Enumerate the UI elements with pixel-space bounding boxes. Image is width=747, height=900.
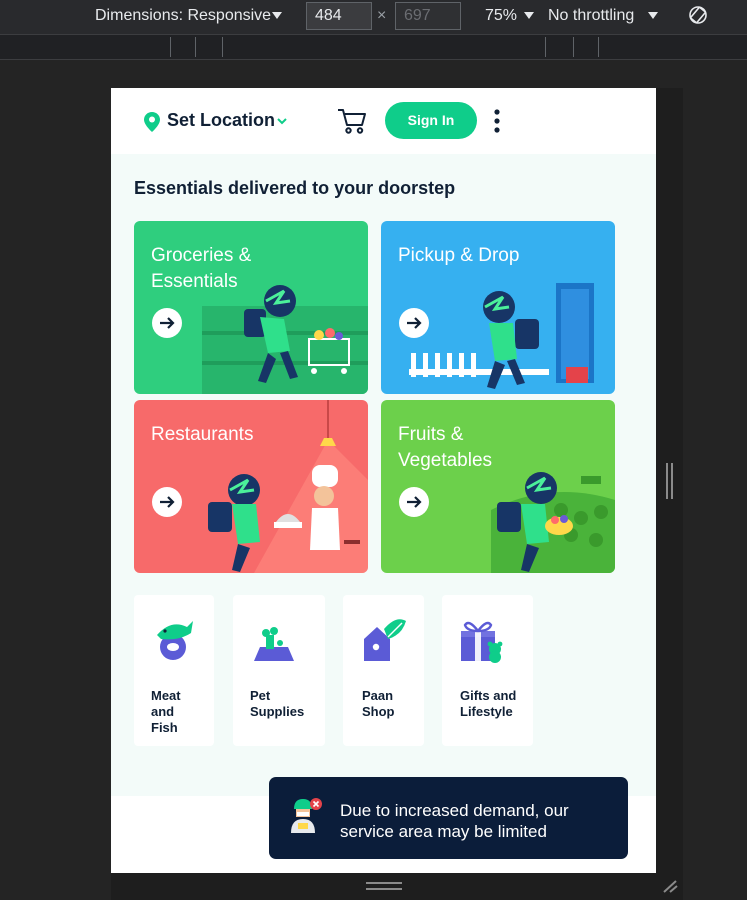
- category-paan-shop[interactable]: Paan Shop: [343, 595, 424, 746]
- category-pet-supplies-label: Pet Supplies: [250, 688, 305, 719]
- demand-notice-text: Due to increased demand, our service are…: [340, 801, 569, 841]
- resize-corner-icon[interactable]: [660, 878, 680, 894]
- sign-in-button[interactable]: Sign In: [385, 102, 477, 139]
- tile-groceries[interactable]: Groceries & Essentials: [134, 221, 368, 394]
- category-gifts-lifestyle-label: Gifts and Lifestyle: [460, 688, 517, 719]
- dimensions-dropdown[interactable]: Dimensions: Responsive: [95, 7, 271, 25]
- media-query-ruler: [0, 34, 747, 60]
- tile-groceries-label: Groceries & Essentials: [151, 245, 252, 292]
- rotate-icon[interactable]: [688, 5, 708, 25]
- tile-pickup-drop[interactable]: Pickup & Drop: [381, 221, 615, 394]
- tile-fruits-vegetables-label: Fruits & Vegetables: [398, 424, 493, 471]
- arrow-right-icon[interactable]: [399, 487, 429, 517]
- dimensions-caret-icon: [272, 12, 282, 19]
- gift-icon: [461, 621, 503, 663]
- arrow-right-icon[interactable]: [152, 487, 182, 517]
- tile-restaurants[interactable]: Restaurants: [134, 400, 368, 573]
- resize-handle-right[interactable]: [666, 463, 673, 499]
- category-pet-supplies[interactable]: Pet Supplies: [233, 595, 325, 746]
- page-headline: Essentials delivered to your doorstep: [134, 178, 456, 198]
- width-input[interactable]: 484: [306, 2, 372, 30]
- times-separator: ×: [377, 7, 387, 24]
- tile-restaurants-label: Restaurants: [151, 424, 254, 445]
- category-meat-fish-label: Meat and Fish: [151, 688, 181, 735]
- category-gifts-lifestyle[interactable]: Gifts and Lifestyle: [442, 595, 533, 746]
- throttling-caret-icon: [648, 12, 658, 19]
- set-location-button[interactable]: Set Location: [167, 110, 275, 131]
- emulated-page: Set Location Sign In Essentials delivere…: [111, 88, 656, 873]
- paan-shop-icon: [364, 619, 406, 661]
- resize-handle-bottom[interactable]: [366, 882, 402, 890]
- zoom-dropdown[interactable]: 75%: [485, 7, 517, 25]
- more-options-icon[interactable]: [491, 108, 503, 134]
- devtools-toolbar: Dimensions: Responsive 484 × 697 75% No …: [0, 0, 747, 34]
- tile-fruits-vegetables[interactable]: Fruits & Vegetables: [381, 400, 615, 573]
- cart-icon[interactable]: [337, 107, 367, 135]
- demand-notice-toast: Due to increased demand, our service are…: [269, 777, 628, 859]
- arrow-right-icon[interactable]: [399, 308, 429, 338]
- throttling-dropdown[interactable]: No throttling: [548, 7, 634, 25]
- category-meat-fish[interactable]: Meat and Fish: [134, 595, 214, 746]
- pet-bowl-icon: [254, 627, 294, 661]
- app-header: Set Location Sign In: [111, 88, 656, 154]
- category-paan-shop-label: Paan Shop: [362, 688, 395, 719]
- arrow-right-icon[interactable]: [152, 308, 182, 338]
- location-pin-icon[interactable]: [144, 112, 160, 132]
- delivery-person-alert-icon: [291, 798, 322, 833]
- fish-icon: [157, 621, 193, 660]
- height-input[interactable]: 697: [395, 2, 461, 30]
- chevron-down-icon[interactable]: [276, 115, 288, 127]
- zoom-caret-icon: [524, 12, 534, 19]
- tile-pickup-drop-label: Pickup & Drop: [398, 245, 520, 266]
